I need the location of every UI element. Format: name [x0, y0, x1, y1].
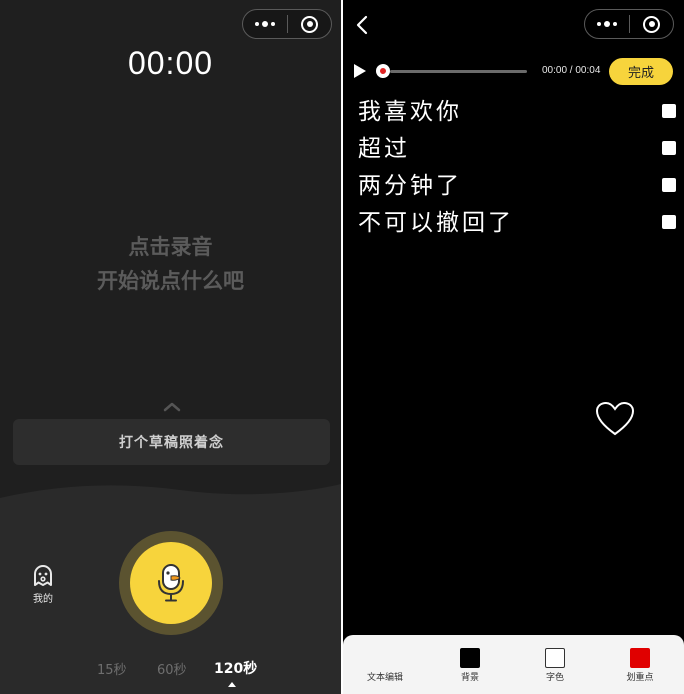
line-checkbox[interactable] [662, 178, 676, 192]
more-dots-icon [255, 21, 275, 27]
line-text[interactable]: 两分钟了 [358, 169, 462, 203]
playback-time: 00:00 / 00:04 [542, 65, 601, 76]
mini-program-capsule-right [584, 9, 674, 39]
record-button[interactable] [119, 531, 223, 635]
highlight-swatch [630, 648, 650, 668]
duration-selector: 15秒 60秒 120秒 [0, 658, 341, 678]
tool-label: 文本编辑 [366, 673, 403, 683]
microphone-duck-icon [158, 564, 184, 602]
close-program-button-right[interactable] [630, 10, 673, 38]
recording-screen: 00:00 点击录音 开始说点什么吧 打个草稿照着念 我的 15秒 60秒 12… [0, 0, 341, 694]
close-program-button[interactable] [288, 10, 331, 38]
prompt-line-2: 开始说点什么吧 [97, 269, 244, 293]
line-text[interactable]: 我喜欢你 [358, 95, 462, 129]
editor-toolbar: 文本编辑 背景 字色 划重点 [343, 635, 684, 694]
mine-label: 我的 [33, 594, 53, 605]
back-arrow-icon[interactable] [355, 14, 369, 36]
line-text[interactable]: 超过 [358, 132, 410, 166]
record-button-core [130, 542, 212, 624]
record-prompt: 点击录音 开始说点什么吧 [0, 230, 341, 298]
background-color-tool[interactable]: 背景 [442, 635, 498, 694]
font-color-swatch [545, 648, 565, 668]
progress-track[interactable] [390, 70, 527, 73]
font-color-tool[interactable]: 字色 [527, 635, 583, 694]
text-line: 不可以撤回了 [358, 206, 676, 243]
mini-program-capsule [242, 9, 332, 39]
text-lines: 我喜欢你 超过 两分钟了 不可以撤回了 [358, 95, 676, 243]
prompt-line-1: 点击录音 [128, 235, 213, 259]
mine-button[interactable]: 我的 [22, 563, 64, 605]
target-icon [643, 15, 660, 33]
editor-screen: 00:00 / 00:04 完成 我喜欢你 超过 两分钟了 不可以撤回了 文本编… [343, 0, 684, 694]
line-checkbox[interactable] [662, 215, 676, 229]
audio-player: 00:00 / 00:04 完成 [343, 58, 684, 85]
text-line: 两分钟了 [358, 169, 676, 206]
line-checkbox[interactable] [662, 104, 676, 118]
done-button[interactable]: 完成 [609, 58, 673, 85]
draft-button[interactable]: 打个草稿照着念 [13, 419, 330, 465]
text-line: 我喜欢你 [358, 95, 676, 132]
more-button[interactable] [243, 10, 287, 38]
line-text[interactable]: 不可以撤回了 [358, 206, 514, 240]
text-edit-tool[interactable]: 文本编辑 [357, 635, 413, 694]
text-line: 超过 [358, 132, 676, 169]
background-swatch [460, 648, 480, 668]
selected-duration-indicator [228, 682, 236, 687]
heart-icon[interactable] [595, 401, 635, 437]
tool-label: 背景 [460, 673, 479, 683]
target-icon [301, 15, 318, 33]
highlight-tool[interactable]: 划重点 [612, 635, 668, 694]
tool-label: 划重点 [626, 673, 654, 683]
more-dots-icon [597, 21, 617, 27]
duration-60s[interactable]: 60秒 [157, 659, 187, 678]
duration-15s[interactable]: 15秒 [97, 659, 127, 678]
duration-120s[interactable]: 120秒 [214, 658, 257, 678]
ghost-icon [34, 565, 52, 586]
more-button-right[interactable] [585, 10, 629, 38]
line-checkbox[interactable] [662, 141, 676, 155]
tool-label: 字色 [545, 673, 564, 683]
chevron-up-icon[interactable] [162, 401, 182, 413]
progress-handle[interactable] [376, 64, 390, 78]
play-icon[interactable] [353, 63, 367, 79]
record-timer: 00:00 [127, 45, 214, 81]
